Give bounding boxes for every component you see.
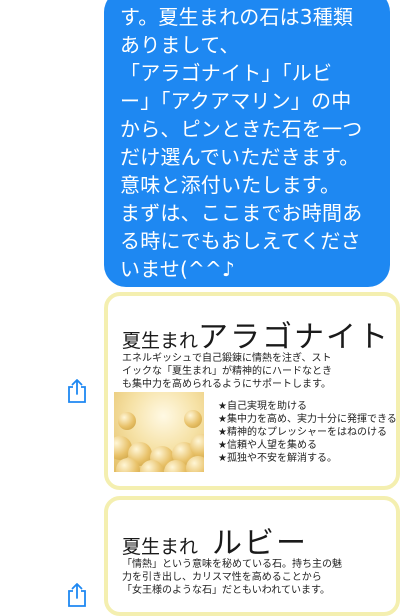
share-button[interactable] <box>66 378 88 404</box>
description-line: も集中力を高められるようにサポートします。 <box>122 379 331 390</box>
message-line: だけ選んでいただきます。 <box>120 145 360 169</box>
card-title: 夏生まれアラゴナイト <box>122 312 390 356</box>
title-main: ルビー <box>212 526 309 561</box>
benefit-list: ★自己実現を助ける ★集中力を高め、実力十分に発揮できる ★精神的なプレッシャー… <box>218 400 397 465</box>
title-prefix: 夏生まれ <box>122 330 199 352</box>
aragonite-beads-image <box>114 392 204 472</box>
message-line: から、ピンときた石を一つ <box>120 117 363 141</box>
message-line: いませ(^^♪ <box>120 257 235 281</box>
message-line: す。夏生まれの石は3種類 <box>120 5 354 29</box>
description-line: 「女王様のような石」だともいわれています。 <box>122 585 330 596</box>
card-description: 「情熱」という意味を秘めている石。持ち主の魅 力を引き出し、カリスマ性を高めるこ… <box>122 558 392 597</box>
message-line: 「アラゴナイト」「ルビ <box>120 61 333 85</box>
message-line: る時にでもおしえてくださ <box>120 229 361 253</box>
card-title: 夏生まれ ルビー <box>122 518 308 562</box>
description-line: 「情熱」という意味を秘めている石。持ち主の魅 <box>122 559 342 570</box>
message-line: まずは、ここまでお時間あ <box>120 201 363 225</box>
message-bubble[interactable]: す。夏生まれの石は3種類 ありまして、 「アラゴナイト」「ルビ ー」「アクアマリ… <box>104 0 390 287</box>
benefit-item: ★集中力を高め、実力十分に発揮できる <box>218 414 397 425</box>
benefit-item: ★信頼や人望を集める <box>218 440 317 451</box>
card-description: エネルギッシュで自己鍛錬に情熱を注ぎ、スト イックな「夏生まれ」が精神的にハード… <box>122 352 392 391</box>
benefit-item: ★孤独や不安を解消する。 <box>218 453 337 464</box>
share-button[interactable] <box>66 582 88 608</box>
share-icon <box>68 379 86 403</box>
message-line: 意味と添付いたします。 <box>120 173 341 197</box>
message-line: ー」「アクアマリン」の中 <box>120 89 352 113</box>
title-prefix: 夏生まれ <box>122 536 199 558</box>
description-line: エネルギッシュで自己鍛錬に情熱を注ぎ、スト <box>122 353 332 364</box>
benefit-item: ★自己実現を助ける <box>218 401 307 412</box>
share-icon <box>68 583 86 607</box>
description-line: 力を引き出し、カリスマ性を高めることから <box>122 572 322 583</box>
description-line: イックな「夏生まれ」が精神的にハードなとき <box>122 366 332 377</box>
message-line: ありまして、 <box>120 33 240 57</box>
title-main: アラゴナイト <box>198 320 391 355</box>
attachment-image-aragonite[interactable]: 夏生まれアラゴナイト エネルギッシュで自己鍛錬に情熱を注ぎ、スト イックな「夏生… <box>104 292 400 490</box>
benefit-item: ★精神的なプレッシャーをはねのける <box>218 427 387 438</box>
attachment-image-ruby[interactable]: 夏生まれ ルビー 「情熱」という意味を秘めている石。持ち主の魅 力を引き出し、カリ… <box>104 496 400 616</box>
